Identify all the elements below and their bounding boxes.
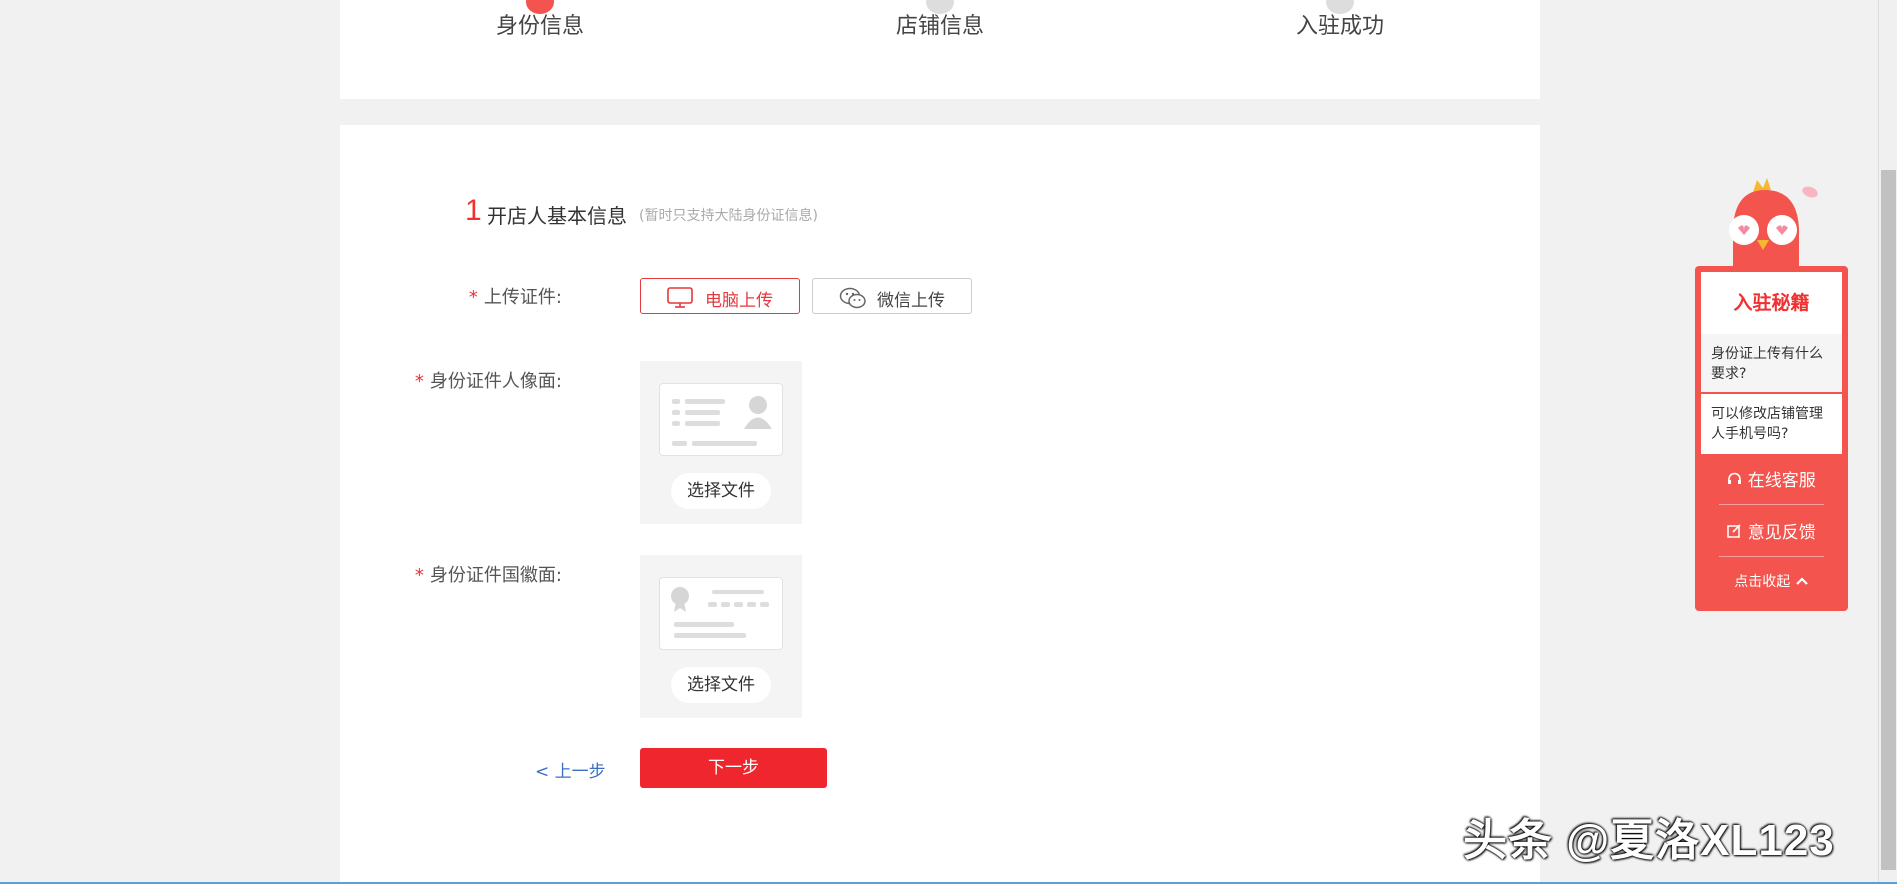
step-label: 入驻成功 bbox=[1295, 14, 1384, 39]
settlement-tips-widget: 入驻秘籍 身份证上传有什么要求? 可以修改店铺管理人手机号吗? 在线客服 意见反… bbox=[1695, 266, 1848, 611]
step-label: 店铺信息 bbox=[895, 14, 984, 39]
required-mark: * bbox=[468, 287, 478, 308]
step-success: 入驻成功 bbox=[1240, 0, 1440, 40]
widget-divider bbox=[1719, 504, 1824, 505]
upload-label-text: 上传证件: bbox=[483, 287, 562, 308]
step-identity: 身份信息 bbox=[440, 0, 640, 40]
mascot-icon bbox=[1715, 178, 1827, 274]
id-back-upload-box[interactable]: 选择文件 bbox=[640, 555, 802, 718]
collapse-button[interactable]: 点击收起 bbox=[1695, 571, 1848, 591]
scrollbar-thumb[interactable] bbox=[1881, 170, 1896, 870]
step-dot bbox=[1326, 0, 1354, 14]
pc-upload-button[interactable]: 电脑上传 bbox=[640, 278, 800, 314]
required-mark: * bbox=[414, 371, 424, 392]
next-step-button[interactable]: 下一步 bbox=[640, 748, 827, 788]
step-dot-active bbox=[526, 0, 554, 14]
edit-icon bbox=[1727, 523, 1747, 543]
feedback-label: 意见反馈 bbox=[1747, 523, 1816, 543]
upload-label: * 上传证件: bbox=[362, 283, 562, 309]
front-side-label: * 身份证件人像面: bbox=[362, 367, 562, 393]
wechat-upload-label: 微信上传 bbox=[877, 291, 945, 311]
section-number: 1 bbox=[465, 194, 482, 227]
required-mark: * bbox=[414, 565, 424, 586]
choose-file-button[interactable]: 选择文件 bbox=[671, 667, 771, 703]
section-title: 开店人基本信息 bbox=[487, 204, 627, 228]
step-label: 身份信息 bbox=[495, 14, 584, 39]
back-side-label-text: 身份证件国徽面: bbox=[429, 565, 562, 586]
faq-item-change-phone[interactable]: 可以修改店铺管理人手机号吗? bbox=[1701, 394, 1842, 454]
prev-step-link[interactable]: < 上一步 bbox=[535, 757, 606, 782]
faq-item-id-requirements[interactable]: 身份证上传有什么要求? bbox=[1701, 334, 1842, 392]
steps-panel: 身份信息 店铺信息 入驻成功 bbox=[340, 0, 1540, 99]
back-side-label: * 身份证件国徽面: bbox=[362, 561, 562, 587]
online-service-label: 在线客服 bbox=[1747, 471, 1816, 491]
choose-file-button[interactable]: 选择文件 bbox=[671, 473, 771, 509]
chevron-up-icon bbox=[1795, 574, 1809, 590]
step-store: 店铺信息 bbox=[840, 0, 1040, 40]
step-dot bbox=[926, 0, 954, 14]
online-service-link[interactable]: 在线客服 bbox=[1695, 466, 1848, 491]
watermark: 头条 @夏洛XL123 bbox=[1463, 816, 1835, 865]
main-form-panel: 1 开店人基本信息 (暂时只支持大陆身份证信息) * 上传证件: 电脑上传 微信上… bbox=[340, 125, 1540, 884]
id-front-upload-box[interactable]: 选择文件 bbox=[640, 361, 802, 524]
widget-title: 入驻秘籍 bbox=[1701, 272, 1842, 334]
page-scrollbar[interactable] bbox=[1878, 0, 1897, 884]
section-hint: (暂时只支持大陆身份证信息) bbox=[639, 208, 818, 224]
pc-upload-label: 电脑上传 bbox=[705, 291, 773, 311]
wechat-icon bbox=[839, 287, 867, 314]
id-back-placeholder-icon bbox=[659, 577, 783, 650]
headset-icon bbox=[1727, 471, 1747, 491]
widget-divider bbox=[1719, 556, 1824, 557]
feedback-link[interactable]: 意见反馈 bbox=[1695, 518, 1848, 543]
front-side-label-text: 身份证件人像面: bbox=[429, 371, 562, 392]
id-front-placeholder-icon bbox=[659, 383, 783, 456]
wechat-upload-button[interactable]: 微信上传 bbox=[812, 278, 972, 314]
collapse-label: 点击收起 bbox=[1734, 574, 1791, 590]
monitor-icon bbox=[667, 287, 693, 314]
